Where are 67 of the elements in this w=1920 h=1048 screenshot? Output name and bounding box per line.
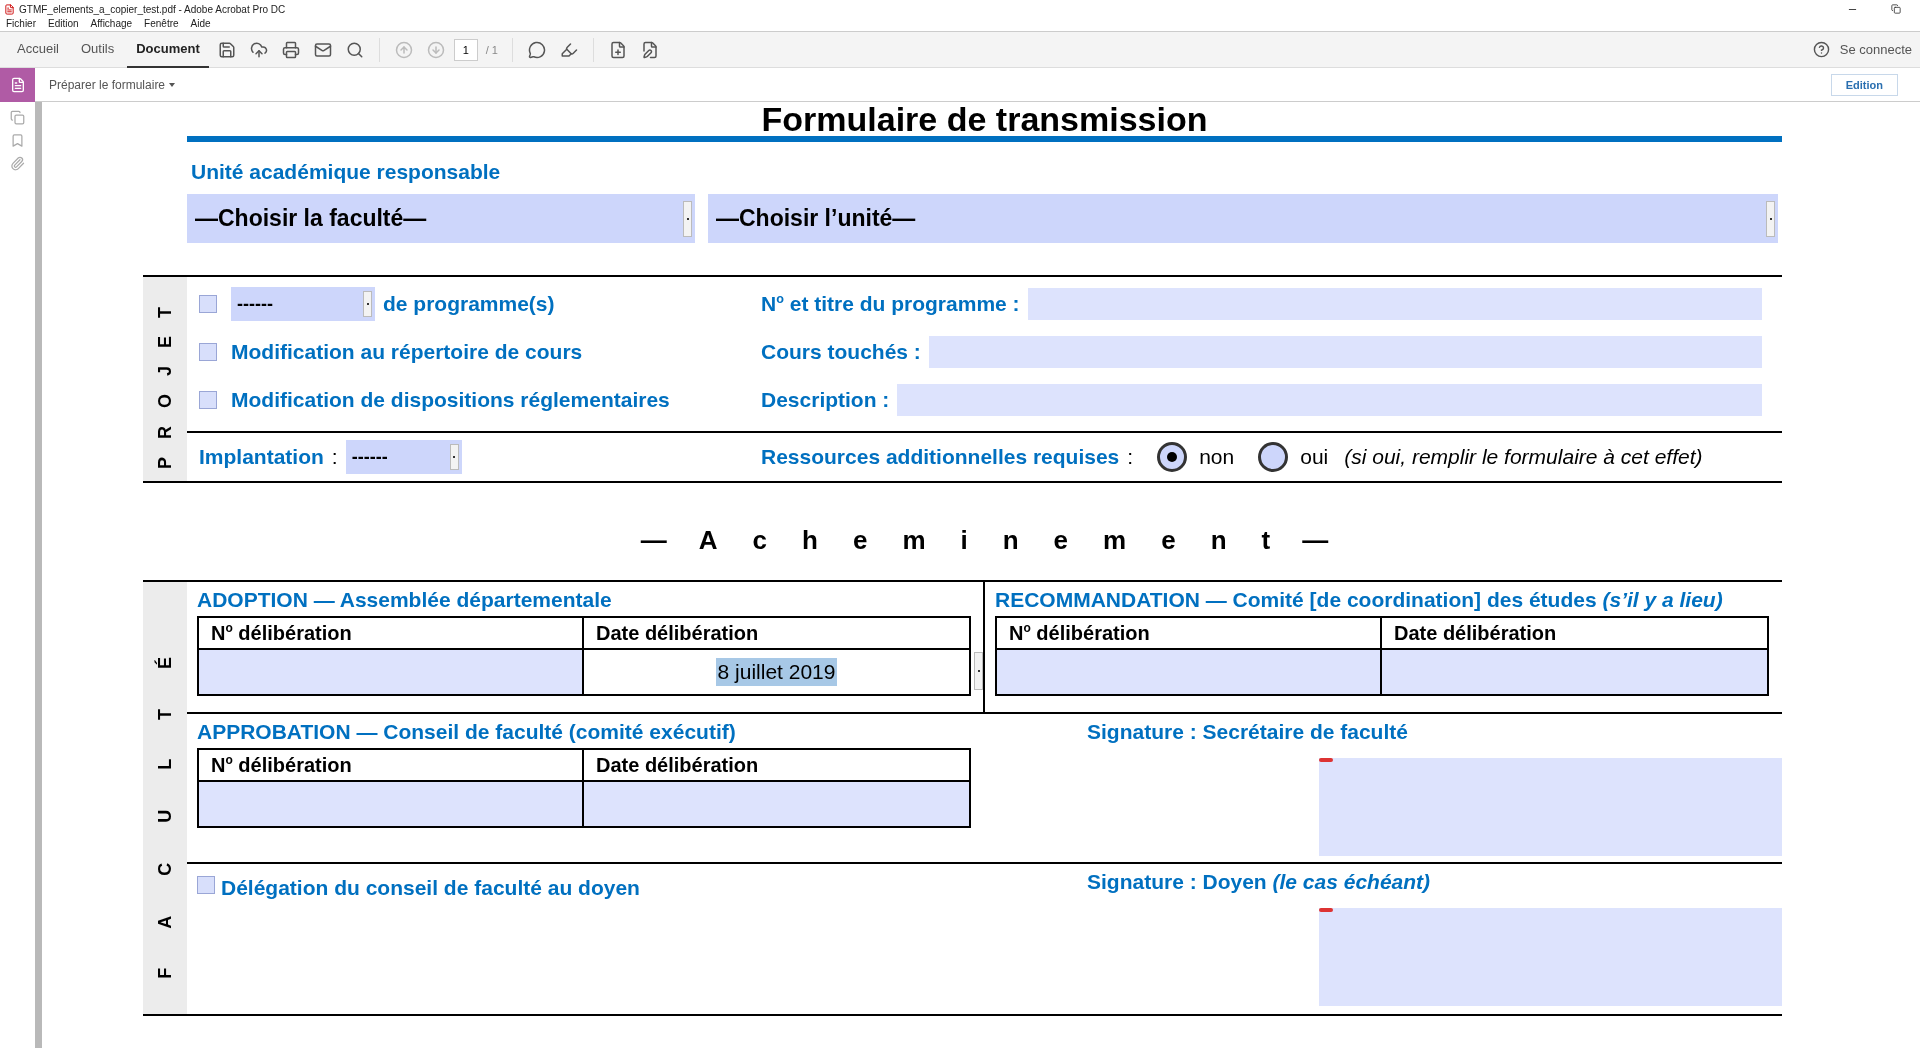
bookmark-icon[interactable] — [10, 133, 25, 148]
signature-label: Signature : Doyen (le cas échéant) — [1087, 870, 1432, 894]
checkbox-label: Délégation du conseil de faculté au doyen — [221, 876, 640, 900]
caret-icon — [169, 83, 176, 88]
input-field[interactable] — [897, 384, 1762, 416]
page-number-field[interactable]: 1 — [453, 38, 478, 61]
checkbox-label: Modification de dispositions réglementaires — [231, 388, 670, 412]
menu-item[interactable]: Edition — [48, 18, 79, 31]
menu-item[interactable]: Affichage — [90, 18, 133, 31]
tab[interactable]: Outils — [71, 31, 124, 68]
checkbox-label: de programme(s) — [383, 292, 555, 316]
prepare-form-dropdown[interactable]: Préparer le formulaire — [43, 76, 182, 93]
radio-label: oui — [1300, 445, 1329, 469]
unit-dropdown[interactable]: —Choisir l’unité— — [708, 194, 1778, 243]
input-field[interactable] — [997, 650, 1382, 694]
input-field[interactable] — [199, 782, 584, 826]
sign-in-link[interactable]: Se connecte — [1839, 42, 1912, 57]
input-field[interactable] — [584, 782, 969, 826]
menu-item[interactable]: Aide — [190, 18, 211, 31]
input-field[interactable] — [1382, 650, 1767, 694]
section-side-label: FACULTÉ — [154, 617, 176, 979]
field-label: N$^{o}$ et titre du programme : — [761, 292, 1020, 316]
colon: : — [331, 445, 338, 469]
page-count: / 1 — [485, 43, 498, 56]
form-title: Formulaire de transmission — [760, 102, 1209, 136]
note-text: (si oui, remplir le formulaire à cet effet) — [1344, 445, 1703, 469]
table-title: ADOPTION — Assemblée départementale — [197, 588, 613, 612]
menu-item[interactable]: Fichier — [6, 18, 36, 31]
form-icon[interactable] — [0, 67, 35, 102]
menu-item[interactable]: Fenêtre — [144, 18, 179, 31]
checkbox[interactable] — [197, 876, 215, 894]
pdf-file-icon — [4, 3, 15, 15]
radio-button[interactable] — [1157, 442, 1188, 472]
table-title: APPROBATION — Conseil de faculté (comité exécutif) — [197, 720, 737, 744]
checkbox[interactable] — [199, 343, 217, 361]
restore-icon[interactable] — [1891, 4, 1901, 14]
window-title: GTMF_elements_a_copier_test.pdf - Adobe Acrobat Pro DC — [19, 3, 287, 15]
radio-button[interactable] — [1258, 442, 1289, 472]
colon: : — [1127, 445, 1134, 469]
signature-field[interactable] — [1319, 758, 1782, 856]
signature-label: Signature : Secrétaire de faculté — [1087, 720, 1409, 744]
field-label: Ressources additionnelles requises — [761, 445, 1120, 469]
checkbox[interactable] — [199, 391, 217, 409]
field-label: Cours touchés : — [761, 340, 921, 364]
input-field[interactable] — [928, 336, 1762, 368]
pages-icon[interactable] — [10, 110, 25, 125]
section-side-label: PROJET — [154, 289, 176, 469]
checkbox-label: Modification au répertoire de cours — [231, 340, 583, 364]
edit-button[interactable]: Edition — [1830, 73, 1898, 96]
attachment-icon[interactable] — [10, 156, 25, 171]
field-label: Description : — [761, 388, 890, 412]
input-field[interactable] — [1027, 288, 1762, 320]
checkbox[interactable] — [199, 295, 217, 313]
implantation-dropdown[interactable]: ------ — [345, 440, 462, 474]
table-title: RECOMMANDATION — Comité [de coordination] des études (s’il y a lieu) — [995, 588, 1724, 612]
field-label: Implantation — [199, 445, 324, 469]
signature-field[interactable] — [1319, 908, 1782, 1006]
dropdown-button[interactable] — [974, 652, 983, 690]
faculty-dropdown[interactable]: —Choisir la faculté— — [187, 194, 695, 243]
dash: — — [640, 525, 667, 556]
input-field[interactable] — [199, 650, 584, 694]
type-dropdown[interactable]: ------ — [231, 287, 375, 321]
tab[interactable]: Accueil — [8, 31, 68, 68]
tab[interactable]: Document — [127, 31, 209, 68]
section-heading: Unité académique responsable — [191, 160, 502, 184]
radio-label: non — [1199, 445, 1235, 469]
dash: — — [1302, 525, 1329, 556]
